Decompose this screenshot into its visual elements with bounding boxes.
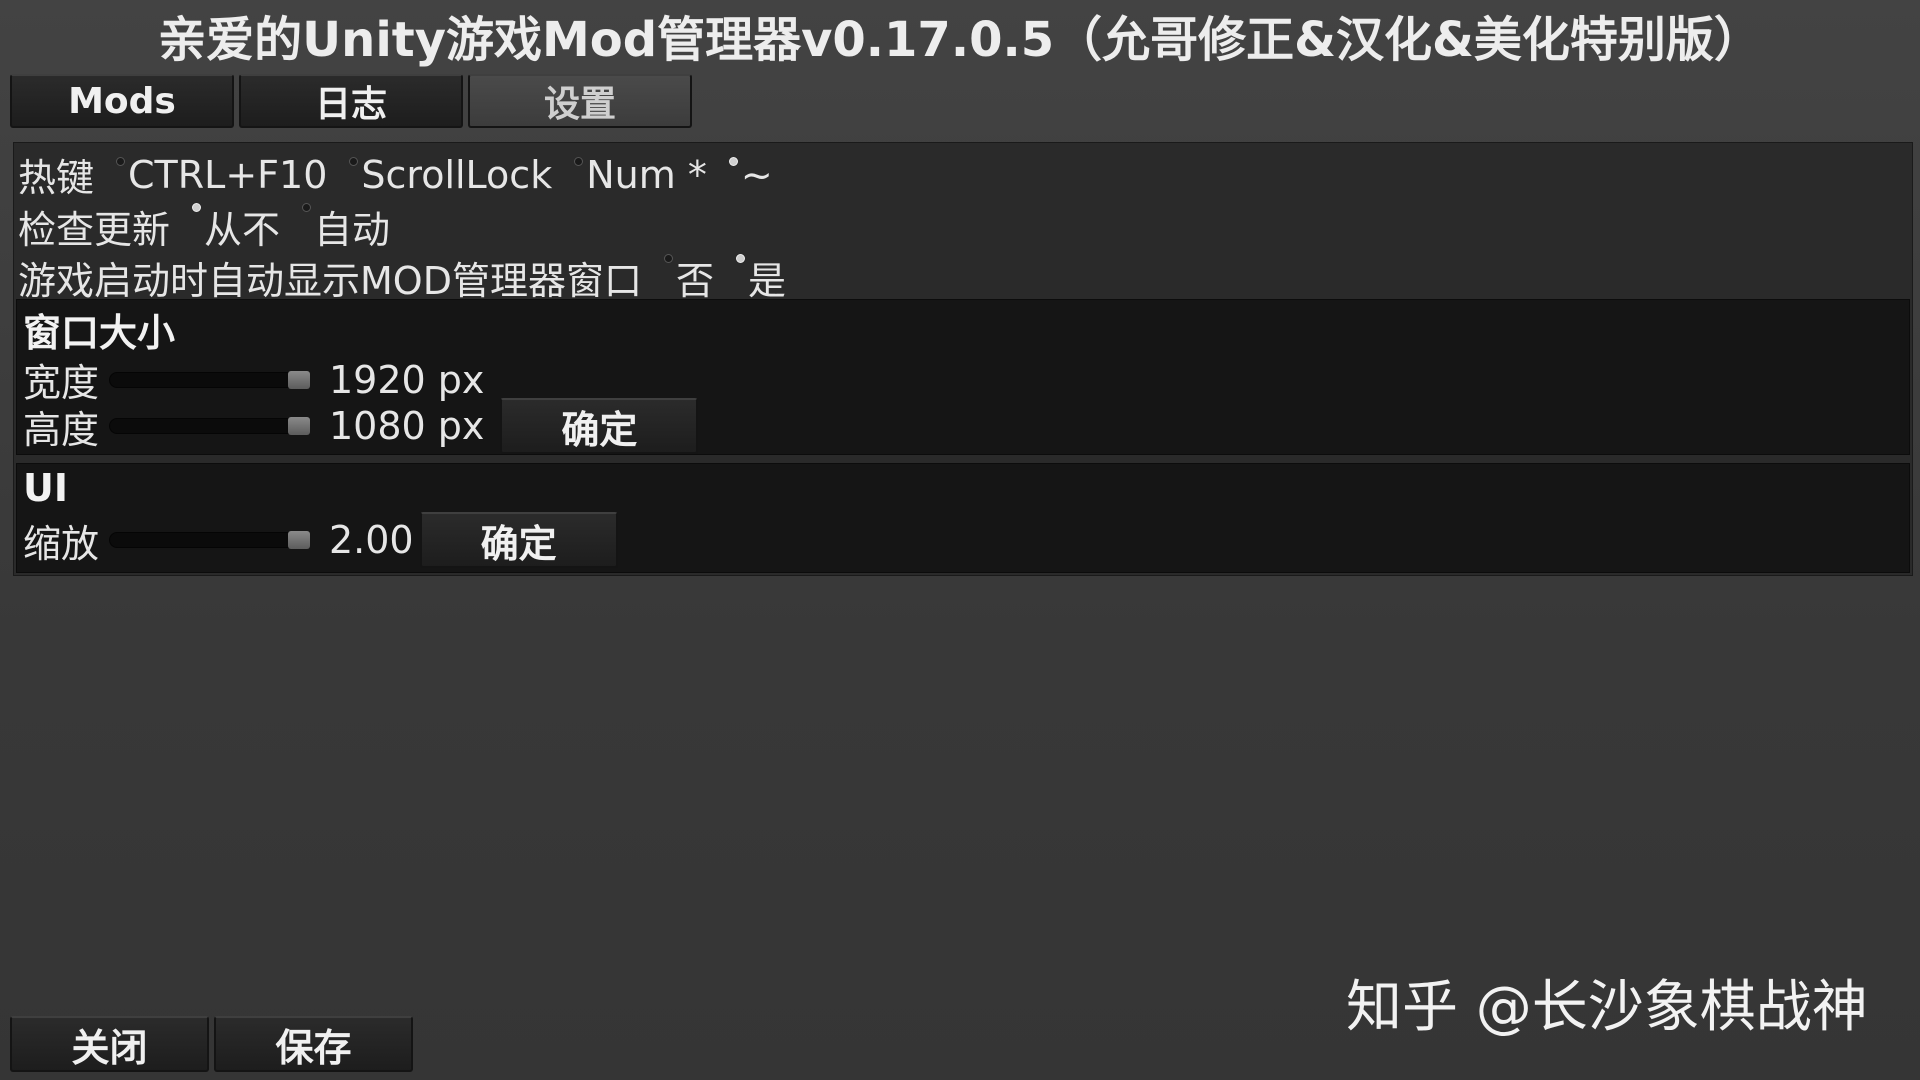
hotkey-row: 热键 CTRL+F10 ScrollLock Num * ~: [18, 147, 773, 202]
hotkey-option-label: ScrollLock: [361, 152, 553, 197]
ui-title: UI: [23, 466, 68, 510]
height-value: 1080 px: [329, 404, 485, 448]
show-on-start-row: 游戏启动时自动显示MOD管理器窗口 否 是: [18, 250, 786, 305]
watermark: 知乎 @长沙象棋战神: [1346, 975, 1868, 1040]
save-button[interactable]: 保存: [214, 1016, 413, 1072]
window-size-confirm-button[interactable]: 确定: [500, 398, 699, 454]
check-updates-row: 检查更新 从不 自动: [18, 199, 390, 254]
hotkey-option-tilde[interactable]: ~: [728, 152, 773, 197]
height-slider[interactable]: [109, 417, 310, 435]
width-value: 1920 px: [329, 357, 485, 402]
height-slider-thumb[interactable]: [288, 417, 310, 435]
radio-icon: [116, 156, 126, 166]
show-on-start-option-label: 否: [675, 259, 714, 303]
radio-icon: [349, 156, 359, 166]
width-slider[interactable]: [109, 370, 310, 389]
check-updates-option-label: 从不: [204, 208, 281, 252]
width-slider-thumb[interactable]: [288, 370, 310, 389]
ui-confirm-button[interactable]: 确定: [419, 512, 618, 568]
hotkey-option-num-star[interactable]: Num *: [574, 153, 707, 197]
tab-bar: Mods 日志 设置: [10, 74, 692, 128]
scale-label: 缩放: [23, 521, 100, 566]
radio-icon: [302, 203, 312, 212]
footer-bar: 关闭 保存: [10, 1016, 413, 1072]
hotkey-option-label: Num *: [586, 152, 707, 197]
scale-slider-thumb[interactable]: [288, 531, 310, 549]
scale-row: 缩放 2.00 确定: [23, 512, 618, 568]
check-updates-option-label: 自动: [314, 208, 391, 252]
scale-value: 2.00: [329, 518, 414, 562]
hotkey-option-label: CTRL+F10: [128, 152, 328, 197]
close-button[interactable]: 关闭: [10, 1016, 209, 1072]
tab-logs[interactable]: 日志: [239, 74, 463, 128]
mod-manager-window: 亲爱的Unity游戏Mod管理器v0.17.0.5（允哥修正&汉化&美化特别版）…: [0, 0, 1920, 1080]
check-updates-option-never[interactable]: 从不: [192, 199, 280, 254]
show-on-start-option-label: 是: [747, 259, 786, 303]
hotkey-option-scrolllock[interactable]: ScrollLock: [349, 153, 552, 197]
show-on-start-option-yes[interactable]: 是: [735, 250, 786, 305]
radio-icon: [574, 156, 584, 166]
ui-group: UI 缩放 2.00 确定: [16, 463, 1910, 573]
tab-settings[interactable]: 设置: [468, 74, 692, 128]
height-label: 高度: [23, 407, 100, 452]
radio-icon: [663, 254, 673, 263]
tab-mods[interactable]: Mods: [10, 74, 234, 128]
show-on-start-option-no[interactable]: 否: [663, 250, 714, 305]
hotkey-label: 热键: [18, 156, 95, 200]
hotkey-option-ctrl-f10[interactable]: CTRL+F10: [116, 153, 327, 197]
height-row: 高度 1080 px 确定: [23, 398, 699, 454]
radio-selected-icon: [728, 156, 738, 166]
check-updates-option-auto[interactable]: 自动: [302, 199, 390, 254]
show-on-start-label: 游戏启动时自动显示MOD管理器窗口: [18, 259, 642, 303]
hotkey-option-label: ~: [740, 152, 773, 197]
scale-slider[interactable]: [109, 531, 310, 549]
settings-panel: 热键 CTRL+F10 ScrollLock Num * ~ 检查更新 从不 自…: [13, 142, 1913, 576]
window-size-title: 窗口大小: [23, 311, 176, 355]
window-title: 亲爱的Unity游戏Mod管理器v0.17.0.5（允哥修正&汉化&美化特别版）: [158, 12, 1762, 68]
radio-selected-icon: [192, 203, 202, 212]
window-size-group: 窗口大小 宽度 1920 px 高度 1080 px 确定: [16, 299, 1910, 455]
check-updates-label: 检查更新: [18, 208, 171, 252]
radio-selected-icon: [735, 254, 745, 263]
